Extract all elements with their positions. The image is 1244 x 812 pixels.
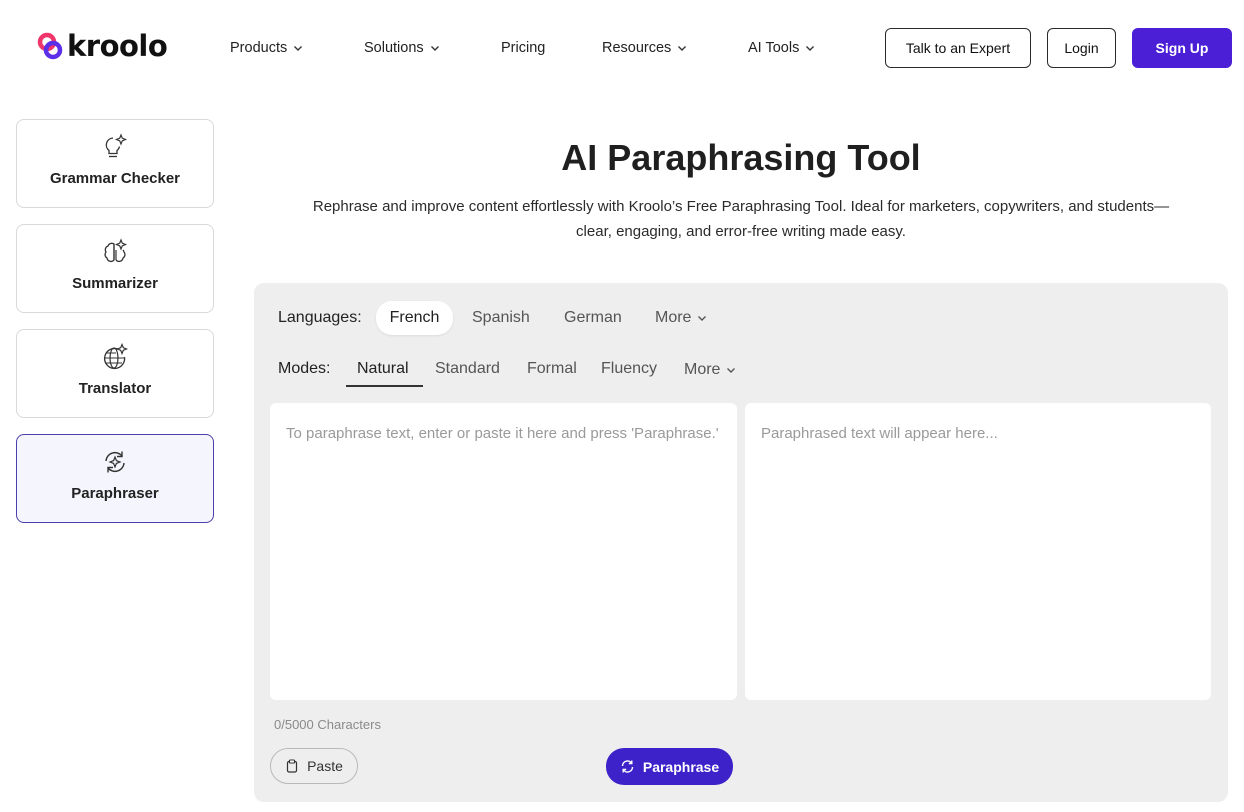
mode-tab-natural[interactable]: Natural bbox=[357, 360, 409, 378]
sidebar-item-label: Paraphraser bbox=[71, 485, 159, 502]
sidebar-item-label: Translator bbox=[78, 380, 152, 397]
paraphrase-button[interactable]: Paraphrase bbox=[606, 748, 733, 785]
modes-more-label: More bbox=[684, 361, 721, 378]
site-header: kroolo Products Solutions Pricing Resour… bbox=[0, 0, 1244, 96]
paraphrase-panel: Languages: French Spanish German More Mo… bbox=[254, 283, 1228, 802]
brain-sparkle-icon bbox=[104, 238, 128, 263]
mode-tab-formal[interactable]: Formal bbox=[527, 360, 577, 378]
mode-selected-underline bbox=[346, 385, 423, 387]
mode-tab-label: Formal bbox=[527, 360, 577, 377]
page-title: AI Paraphrasing Tool bbox=[561, 137, 921, 178]
mode-tab-fluency[interactable]: Fluency bbox=[601, 360, 657, 378]
nav-pricing[interactable]: Pricing bbox=[501, 40, 545, 56]
paste-button-label: Paste bbox=[307, 758, 343, 774]
talk-to-expert-button[interactable]: Talk to an Expert bbox=[885, 28, 1031, 68]
globe-sparkle-icon bbox=[103, 343, 129, 370]
paste-button[interactable]: Paste bbox=[270, 748, 358, 784]
language-chip-label: Spanish bbox=[472, 309, 530, 326]
sidebar-item-grammar-checker[interactable]: Grammar Checker bbox=[16, 119, 214, 208]
languages-more-dropdown[interactable]: More bbox=[655, 309, 707, 327]
mode-tab-standard[interactable]: Standard bbox=[435, 360, 500, 378]
chevron-down-icon bbox=[727, 368, 736, 373]
paraphrase-button-label: Paraphrase bbox=[642, 758, 720, 775]
nav-resources-label: Resources bbox=[602, 40, 672, 56]
language-chip-label: French bbox=[389, 309, 440, 326]
chevron-down-icon bbox=[698, 316, 707, 321]
nav-resources[interactable]: Resources bbox=[602, 40, 687, 56]
sidebar-item-label: Grammar Checker bbox=[49, 170, 181, 187]
nav-ai-tools-label: AI Tools bbox=[748, 40, 800, 56]
output-placeholder: Paraphrased text will appear here... bbox=[761, 425, 998, 442]
output-text-area: Paraphrased text will appear here... bbox=[745, 403, 1211, 700]
kroolo-logo-icon bbox=[37, 32, 63, 60]
mode-tab-label: Standard bbox=[435, 360, 500, 377]
chevron-down-icon bbox=[294, 46, 303, 51]
character-counter: 0/5000 Characters bbox=[274, 717, 381, 732]
logo-wordmark: kroolo bbox=[67, 29, 168, 63]
languages-more-label: More bbox=[655, 309, 692, 326]
refresh-icon bbox=[621, 760, 634, 773]
nav-products-label: Products bbox=[230, 40, 288, 56]
clipboard-icon bbox=[286, 759, 298, 773]
chevron-down-icon bbox=[430, 46, 439, 51]
page-subtitle: Rephrase and improve content effortlessl… bbox=[312, 198, 1170, 240]
nav-products[interactable]: Products bbox=[230, 40, 303, 56]
sidebar-item-label: Summarizer bbox=[72, 275, 158, 292]
nav-solutions[interactable]: Solutions bbox=[364, 40, 440, 56]
mode-tab-label: Natural bbox=[357, 360, 409, 377]
sidebar-item-translator[interactable]: Translator bbox=[16, 329, 214, 418]
language-chip-spanish[interactable]: Spanish bbox=[472, 309, 530, 327]
input-text-area[interactable]: To paraphrase text, enter or paste it he… bbox=[270, 403, 737, 700]
sign-up-button[interactable]: Sign Up bbox=[1132, 28, 1232, 68]
language-chip-label: German bbox=[564, 309, 622, 326]
sidebar-item-paraphraser[interactable]: Paraphraser bbox=[16, 434, 214, 523]
nav-pricing-label: Pricing bbox=[501, 40, 546, 56]
refresh-sparkle-icon bbox=[105, 451, 125, 473]
nav-ai-tools[interactable]: AI Tools bbox=[748, 40, 815, 56]
mode-tab-label: Fluency bbox=[601, 360, 658, 377]
languages-label: Languages: bbox=[278, 309, 362, 326]
language-chip-german[interactable]: German bbox=[564, 309, 622, 327]
modes-label: Modes: bbox=[278, 360, 331, 377]
chevron-down-icon bbox=[678, 46, 687, 51]
input-placeholder: To paraphrase text, enter or paste it he… bbox=[286, 425, 719, 442]
modes-more-dropdown[interactable]: More bbox=[684, 361, 736, 379]
login-button[interactable]: Login bbox=[1047, 28, 1116, 68]
lightbulb-sparkle-icon bbox=[105, 133, 128, 158]
language-chip-french[interactable]: French bbox=[376, 301, 453, 335]
kroolo-logo[interactable]: kroolo bbox=[36, 29, 168, 63]
chevron-down-icon bbox=[806, 46, 815, 51]
sidebar-item-summarizer[interactable]: Summarizer bbox=[16, 224, 214, 313]
nav-solutions-label: Solutions bbox=[364, 40, 424, 56]
